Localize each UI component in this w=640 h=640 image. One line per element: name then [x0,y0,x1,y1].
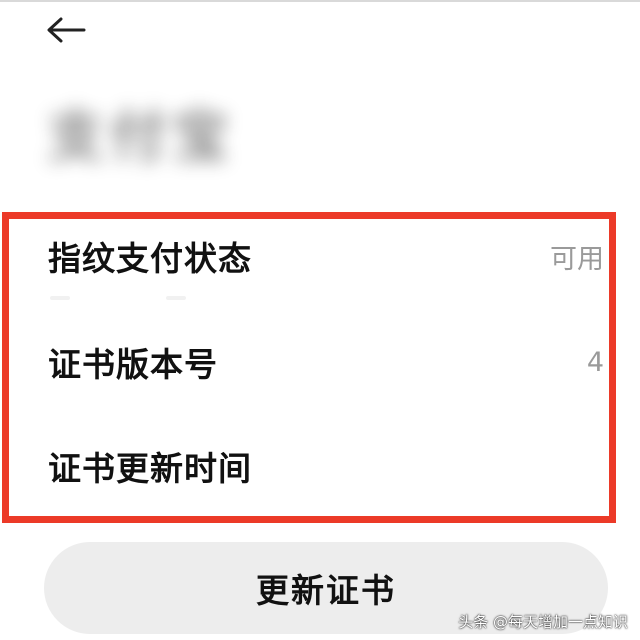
certificate-version-row[interactable]: 证书版本号 4 [48,312,604,412]
top-divider [0,0,640,2]
faint-mark [50,296,70,300]
faint-mark [166,296,186,300]
row-value: 可用 [550,243,604,275]
row-value: 4 [586,346,604,378]
watermark-text: 头条 @每天增加一点知识 [458,613,628,631]
row-label: 指纹支付状态 [48,239,252,278]
back-button[interactable] [40,8,92,52]
row-label: 证书版本号 [48,345,218,384]
row-label: 证书更新时间 [48,449,252,488]
certificate-update-time-row[interactable]: 证书更新时间 [48,416,604,516]
arrow-left-icon [47,17,86,43]
fingerprint-payment-status-row[interactable]: 指纹支付状态 可用 [48,206,604,306]
page-title-blurred: 支付宝 [48,105,234,170]
